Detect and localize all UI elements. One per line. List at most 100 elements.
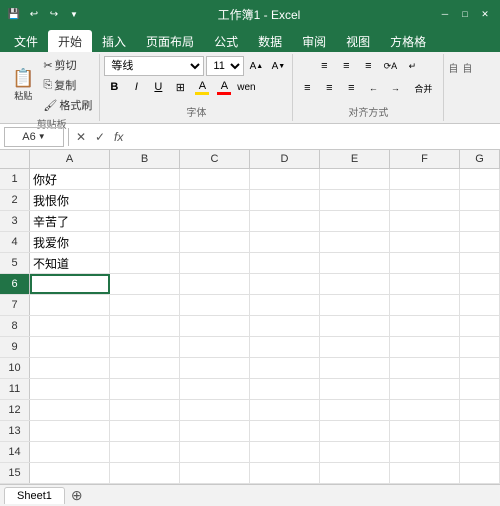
orientation-button[interactable]: ⟳A [380,56,400,76]
sheet-cell[interactable] [320,337,390,357]
sheet-cell[interactable] [30,274,110,294]
fx-label[interactable]: fx [111,130,126,144]
sheet-cell[interactable] [390,316,460,336]
save-icon[interactable]: 💾 [6,8,22,20]
row-number[interactable]: 15 [0,463,30,483]
sheet-cell[interactable] [30,379,110,399]
sheet-cell[interactable] [180,190,250,210]
tab-home[interactable]: 开始 [48,30,92,52]
sheet-cell[interactable] [250,211,320,231]
sheet-cell[interactable] [180,358,250,378]
sheet-cell[interactable] [320,463,390,483]
sheet-cell[interactable] [250,253,320,273]
sheet-cell[interactable]: 我爱你 [30,232,110,252]
sheet-cell[interactable] [390,421,460,441]
col-header-f[interactable]: F [390,150,460,168]
tab-view[interactable]: 视图 [336,30,380,52]
tab-insert[interactable]: 插入 [92,30,136,52]
row-number[interactable]: 8 [0,316,30,336]
sheet-cell[interactable] [180,232,250,252]
underline-button[interactable]: U [148,77,168,97]
redo-icon[interactable]: ↪ [46,8,62,20]
sheet-cell[interactable] [390,463,460,483]
align-middle-button[interactable]: ≡ [336,56,356,76]
sheet-cell[interactable] [320,295,390,315]
col-header-b[interactable]: B [110,150,180,168]
sheet-cell[interactable] [390,211,460,231]
sheet-cell[interactable] [110,421,180,441]
col-header-g[interactable]: G [460,150,500,168]
col-header-d[interactable]: D [250,150,320,168]
sheet-cell[interactable] [110,337,180,357]
cancel-formula-icon[interactable]: ✕ [73,130,89,144]
cell-reference-box[interactable]: A6 ▼ [4,127,64,147]
sheet-cell[interactable] [250,442,320,462]
copy-button[interactable]: ⎘ 复制 [40,76,95,94]
sheet-cell[interactable]: 你好 [30,169,110,189]
sheet-cell[interactable] [30,337,110,357]
row-number[interactable]: 10 [0,358,30,378]
sheet-cell[interactable] [110,400,180,420]
align-right-button[interactable]: ≡ [341,78,361,98]
sheet-cell[interactable] [460,232,500,252]
wrap-text-button[interactable]: ↵ [402,56,422,76]
sheet-cell[interactable] [390,358,460,378]
sheet-cell[interactable] [390,295,460,315]
sheet-cell[interactable] [250,316,320,336]
sheet-cell[interactable] [250,400,320,420]
row-number[interactable]: 12 [0,400,30,420]
add-sheet-button[interactable]: ⊕ [71,487,83,504]
sheet-cell[interactable] [250,358,320,378]
cut-button[interactable]: ✂ 剪切 [40,56,95,74]
fill-color-button[interactable]: A [192,77,212,97]
sheet-cell[interactable] [180,442,250,462]
sheet-cell[interactable] [460,463,500,483]
sheet-cell[interactable] [460,295,500,315]
row-number[interactable]: 14 [0,442,30,462]
border-button[interactable]: ⊞ [170,77,190,97]
increase-font-button[interactable]: A▲ [246,56,266,76]
sheet-cell[interactable] [110,463,180,483]
sheet-cell[interactable] [180,400,250,420]
row-number[interactable]: 13 [0,421,30,441]
sheet-cell[interactable] [320,358,390,378]
sheet-cell[interactable] [110,274,180,294]
sheet-cell[interactable] [180,211,250,231]
sheet-cell[interactable] [320,169,390,189]
sheet-cell[interactable] [110,169,180,189]
sheet-cell[interactable] [460,337,500,357]
sheet-cell[interactable] [460,316,500,336]
sheet-cell[interactable] [320,316,390,336]
tab-formula[interactable]: 公式 [204,30,248,52]
sheet-cell[interactable] [390,274,460,294]
sheet-cell[interactable] [110,190,180,210]
sheet-cell[interactable] [320,400,390,420]
row-number[interactable]: 7 [0,295,30,315]
sheet-cell[interactable] [390,337,460,357]
tab-file[interactable]: 文件 [4,30,48,52]
sheet-cell[interactable] [180,295,250,315]
sheet-cell[interactable] [320,421,390,441]
sheet-cell[interactable] [110,232,180,252]
sheet-cell[interactable] [110,316,180,336]
sheet-cell[interactable]: 我恨你 [30,190,110,210]
col-header-a[interactable]: A [30,150,110,168]
sheet-cell[interactable] [180,421,250,441]
tab-page-layout[interactable]: 页面布局 [136,30,204,52]
sheet-cell[interactable] [250,421,320,441]
align-top-button[interactable]: ≡ [314,56,334,76]
sheet-cell[interactable] [110,295,180,315]
sheet-cell[interactable] [110,379,180,399]
align-left-button[interactable]: ≡ [297,78,317,98]
sheet-cell[interactable] [390,253,460,273]
font-name-select[interactable]: 等线 [104,56,204,76]
sheet-cell[interactable] [320,211,390,231]
sheet-cell[interactable] [180,379,250,399]
paste-button[interactable]: 📋 粘贴 [8,62,38,108]
sheet-cell[interactable] [110,211,180,231]
tab-extra[interactable]: 方格格 [380,30,436,52]
sheet-cell[interactable] [320,379,390,399]
sheet-cell[interactable] [30,316,110,336]
sheet-tab-1[interactable]: Sheet1 [4,487,65,504]
sheet-cell[interactable] [250,337,320,357]
